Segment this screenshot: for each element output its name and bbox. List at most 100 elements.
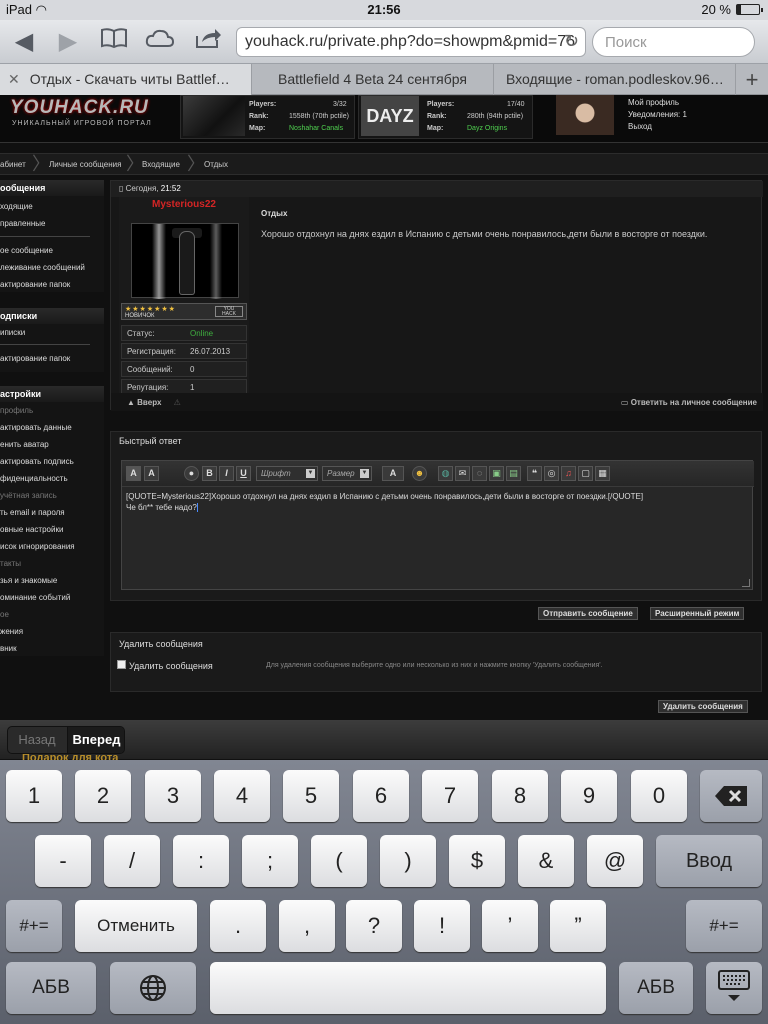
reply-textarea[interactable]: [QUOTE=Mysterious22]Хорошо отдохнул на д… <box>126 491 746 513</box>
nav-tracking[interactable]: леживание сообщений <box>0 263 85 272</box>
text-color-icon[interactable]: A <box>382 466 404 481</box>
key-9[interactable]: 9 <box>561 770 617 822</box>
nav-diary[interactable]: вник <box>0 644 17 653</box>
key-minus[interactable]: - <box>35 835 91 887</box>
key-4[interactable]: 4 <box>214 770 270 822</box>
key-apostrophe[interactable]: ’ <box>482 900 538 952</box>
key-0[interactable]: 0 <box>631 770 687 822</box>
back-arrow-icon[interactable]: ◀ <box>8 26 40 58</box>
share-icon[interactable] <box>192 26 224 58</box>
remove-format-icon[interactable]: A <box>144 466 159 481</box>
italic-icon[interactable]: I <box>219 466 234 481</box>
resize-handle-icon[interactable] <box>742 579 750 587</box>
nav-inbox[interactable]: ходящие <box>0 202 33 211</box>
close-tab-icon[interactable]: ✕ <box>8 71 20 87</box>
user-avatar[interactable] <box>131 223 239 299</box>
key-2[interactable]: 2 <box>75 770 131 822</box>
nav-ignore-list[interactable]: исок игнорирования <box>0 542 75 551</box>
reply-pm-link[interactable]: ▭ Ответить на личное сообщение <box>621 398 757 407</box>
color-icon[interactable]: ● <box>184 466 199 481</box>
key-comma[interactable]: , <box>279 900 335 952</box>
address-bar[interactable]: youhack.ru/private.php?do=showpm&pmid=76… <box>236 27 586 57</box>
spoiler-icon[interactable]: ◎ <box>544 466 559 481</box>
key-question[interactable]: ? <box>346 900 402 952</box>
key-quote[interactable]: ” <box>550 900 606 952</box>
music-icon[interactable]: ♫ <box>561 466 576 481</box>
key-5[interactable]: 5 <box>283 770 339 822</box>
search-field[interactable]: Поиск <box>592 27 755 57</box>
hide-keyboard-icon[interactable] <box>706 962 762 1014</box>
underline-icon[interactable]: U <box>236 466 251 481</box>
undo-key[interactable]: Отменить <box>75 900 197 952</box>
symbols-key-right[interactable]: #+= <box>686 900 762 952</box>
key-1[interactable]: 1 <box>6 770 62 822</box>
nav-main-settings[interactable]: овные настройки <box>0 525 63 534</box>
breadcrumb-pm[interactable]: Личные сообщения <box>49 160 121 169</box>
size-select[interactable]: Размер ▼ <box>322 466 372 481</box>
delete-messages-button[interactable]: Удалить сообщения <box>658 700 748 713</box>
smiley-icon[interactable]: ☻ <box>412 466 427 481</box>
key-slash[interactable]: / <box>104 835 160 887</box>
nav-sent[interactable]: правленные <box>0 219 45 228</box>
my-profile-link[interactable]: Мой профиль <box>628 97 687 109</box>
forward-arrow-icon[interactable]: ▶ <box>52 26 84 58</box>
key-6[interactable]: 6 <box>353 770 409 822</box>
nav-edit-data[interactable]: актировать данные <box>0 423 72 432</box>
key-8[interactable]: 8 <box>492 770 548 822</box>
nav-new-message[interactable]: ое сообщение <box>0 246 53 255</box>
nav-subscriptions-list[interactable]: иписки <box>0 328 25 337</box>
email-icon[interactable]: ✉ <box>455 466 470 481</box>
server-widget-dayz[interactable]: DAYZ Players: 17/40 Rank: 280th (94th pcti… <box>358 95 533 139</box>
attach-icon[interactable]: ▤ <box>506 466 521 481</box>
server-widget-bf[interactable]: Players: 3/32 Rank: 1558th (70th pctile) M… <box>180 95 355 139</box>
icloud-tabs-icon[interactable] <box>144 26 176 58</box>
key-at[interactable]: @ <box>587 835 643 887</box>
quote-icon[interactable]: ❝ <box>527 466 542 481</box>
scroll-top-link[interactable]: ▲ Вверх ⚠ <box>127 398 181 407</box>
delete-checkbox-label[interactable]: Удалить сообщения <box>129 661 213 671</box>
unlink-icon[interactable]: ◌ <box>472 466 487 481</box>
space-key[interactable] <box>210 962 606 1014</box>
tab-otdyh[interactable]: ✕ Отдых - Скачать читы Battlef… <box>0 64 252 95</box>
globe-icon[interactable] <box>110 962 196 1014</box>
nav-friends[interactable]: зья и знакомые <box>0 576 57 585</box>
key-7[interactable]: 7 <box>422 770 478 822</box>
link-icon[interactable]: ◍ <box>438 466 453 481</box>
delete-checkbox[interactable] <box>117 660 126 669</box>
nav-privacy[interactable]: фиденциальность <box>0 474 68 483</box>
nav-edit-signature[interactable]: актировать подпись <box>0 457 74 466</box>
send-message-button[interactable]: Отправить сообщение <box>538 607 638 620</box>
key-exclamation[interactable]: ! <box>414 900 470 952</box>
abc-key-right[interactable]: АБВ <box>619 962 693 1014</box>
profile-avatar[interactable] <box>556 95 614 135</box>
advanced-mode-button[interactable]: Расширенный режим <box>650 607 745 620</box>
key-ampersand[interactable]: & <box>518 835 574 887</box>
image-icon[interactable]: ▣ <box>489 466 504 481</box>
breadcrumb-cabinet[interactable]: абинет <box>0 160 26 169</box>
tab-inbox[interactable]: Входящие - roman.podleskov.96… <box>494 64 736 95</box>
video-icon[interactable]: ▢ <box>578 466 593 481</box>
nav-edit-folders[interactable]: актирование папок <box>0 280 70 289</box>
enter-key[interactable]: Ввод <box>656 835 762 887</box>
site-logo[interactable]: YOUHACK.RU <box>10 97 149 119</box>
key-paren-close[interactable]: ) <box>380 835 436 887</box>
key-3[interactable]: 3 <box>145 770 201 822</box>
key-colon[interactable]: : <box>173 835 229 887</box>
next-field-button[interactable]: Вперед <box>67 727 124 753</box>
prev-field-button[interactable]: Назад <box>8 727 66 753</box>
username-link[interactable]: Mysterious22 <box>119 199 249 210</box>
bold-icon[interactable]: B <box>202 466 217 481</box>
code-icon[interactable]: ▦ <box>595 466 610 481</box>
backspace-key[interactable] <box>700 770 762 822</box>
nav-edit-folders-2[interactable]: актирование папок <box>0 354 70 363</box>
bookmarks-book-icon[interactable] <box>98 26 130 58</box>
key-period[interactable]: . <box>210 900 266 952</box>
tab-battlefield[interactable]: Battlefield 4 Beta 24 сентября <box>252 64 494 95</box>
new-tab-plus-icon[interactable]: + <box>736 64 768 95</box>
notifications-link[interactable]: Уведомления: 1 <box>628 109 687 121</box>
key-dollar[interactable]: $ <box>449 835 505 887</box>
nav-reminders[interactable]: оминание событий <box>0 593 70 602</box>
abc-key-left[interactable]: АБВ <box>6 962 96 1014</box>
symbols-key-left[interactable]: #+= <box>6 900 62 952</box>
font-select[interactable]: Шрифт ▼ <box>256 466 318 481</box>
